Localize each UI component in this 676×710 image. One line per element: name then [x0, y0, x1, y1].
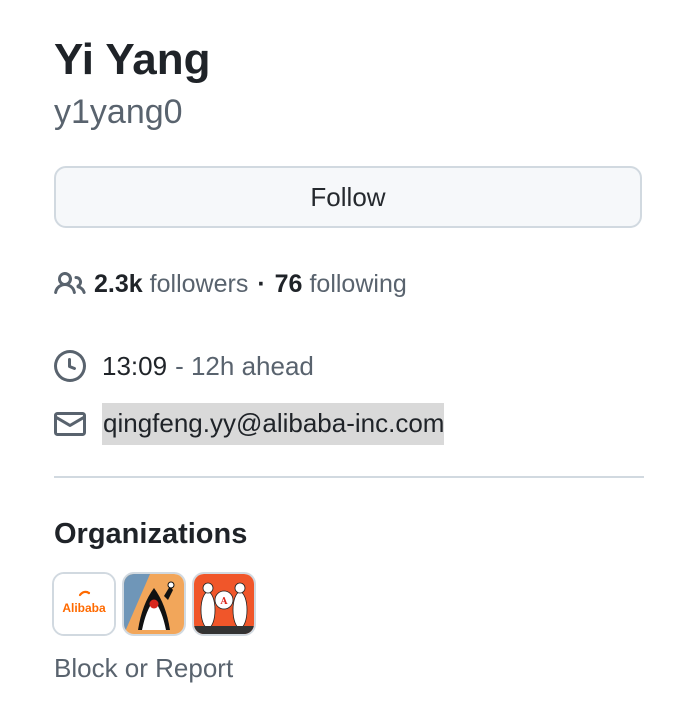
org-avatar-woodcut[interactable]: A	[192, 572, 256, 636]
people-icon	[54, 271, 86, 295]
organizations-list: Alibaba A	[52, 572, 256, 636]
time-offset: - 12h ahead	[175, 350, 314, 381]
alibaba-logo-text: Alibaba	[62, 601, 106, 615]
following-link[interactable]: 76 following	[275, 270, 407, 299]
alibaba-logo: Alibaba	[54, 574, 114, 634]
following-count: 76	[274, 269, 303, 298]
woodcut-figures-logo: A	[194, 574, 254, 634]
email-row: qingfeng.yy@alibaba-inc.com	[54, 402, 445, 446]
profile-full-name: Yi Yang	[54, 35, 211, 84]
org-avatar-duke[interactable]	[122, 572, 186, 636]
follow-stats: 2.3k followers · 76 following	[54, 264, 407, 304]
profile-username: y1yang0	[54, 93, 183, 131]
stats-separator: ·	[257, 269, 266, 298]
followers-count: 2.3k	[94, 269, 143, 298]
follow-button[interactable]: Follow	[54, 166, 642, 228]
followers-label: followers	[149, 269, 249, 298]
mail-icon	[54, 412, 86, 436]
following-label: following	[309, 269, 407, 298]
followers-link[interactable]: 2.3k followers	[54, 268, 248, 300]
svg-text:A: A	[220, 597, 229, 607]
clock-icon	[54, 350, 86, 382]
local-time: 13:09	[102, 350, 168, 381]
local-time-row: 13:09 - 12h ahead	[54, 344, 314, 388]
section-divider	[54, 476, 644, 478]
organizations-heading: Organizations	[54, 518, 248, 550]
org-avatar-alibaba[interactable]: Alibaba	[52, 572, 116, 636]
block-or-report-link[interactable]: Block or Report	[54, 648, 233, 688]
duke-mascot-logo	[124, 574, 184, 634]
email-link[interactable]: qingfeng.yy@alibaba-inc.com	[102, 403, 445, 445]
